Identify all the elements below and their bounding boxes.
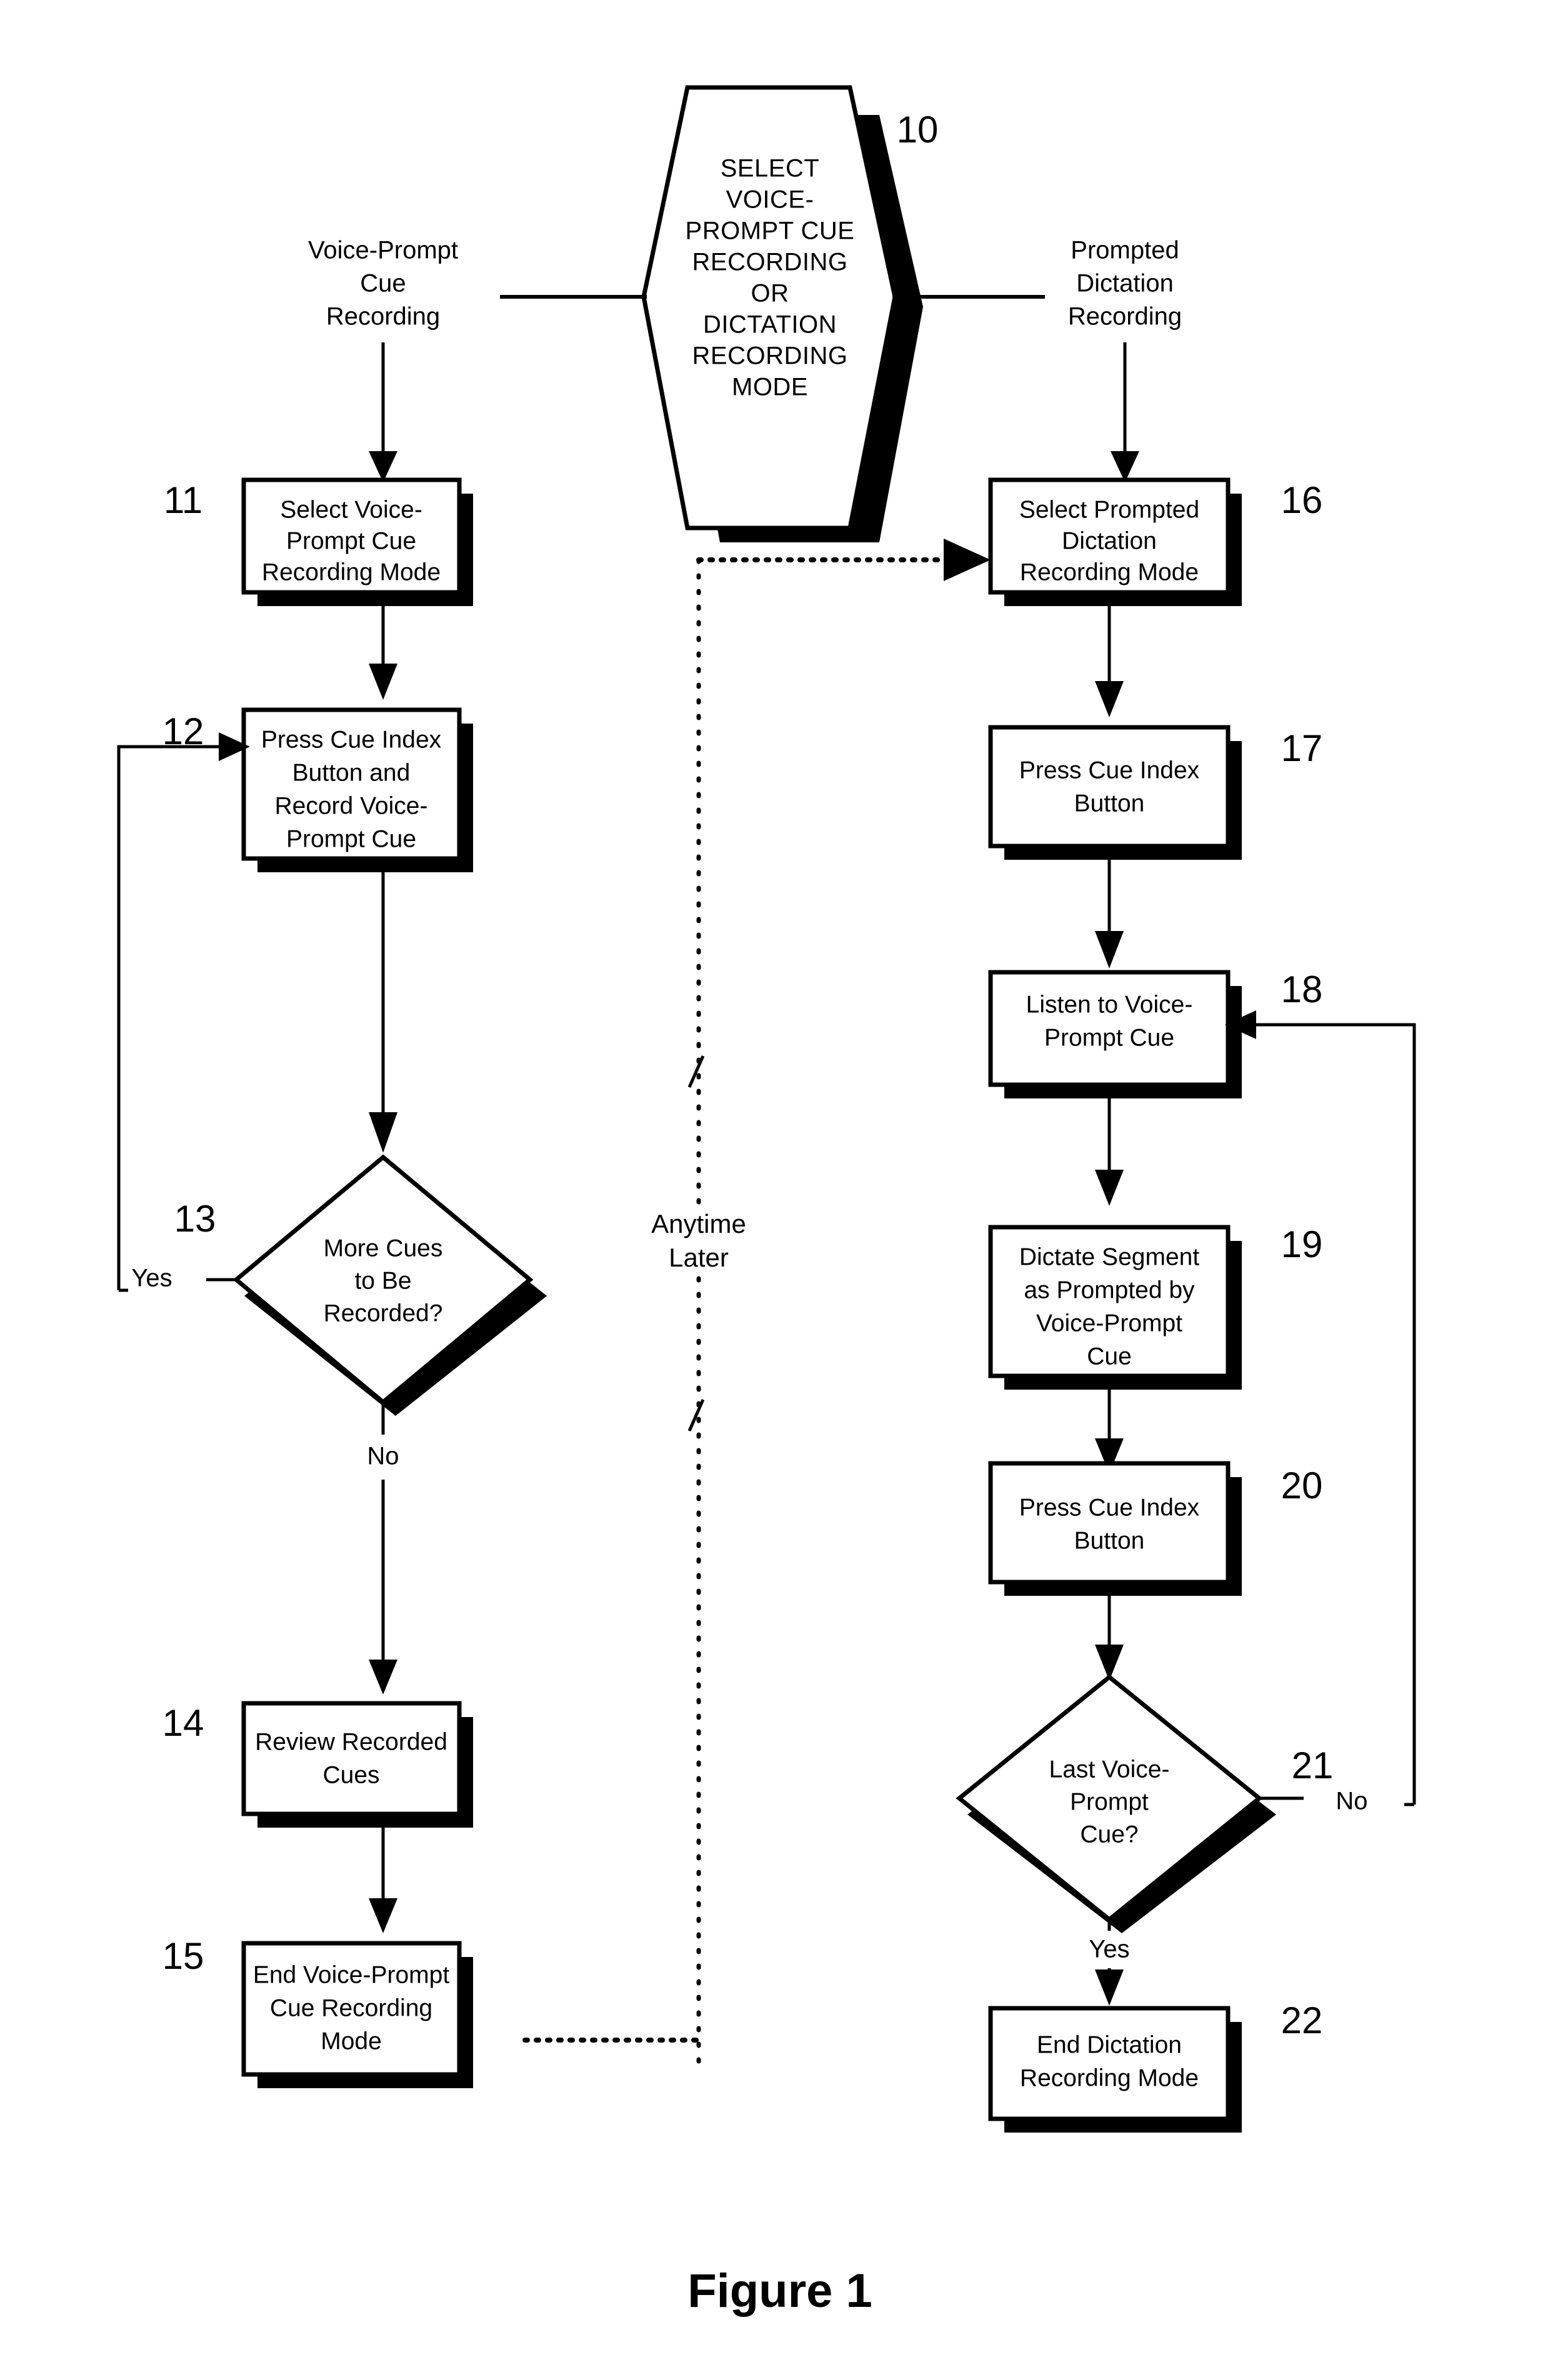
box-19-line-2: Voice-Prompt [1036,1310,1182,1337]
start-line-3: RECORDING [692,249,848,276]
start-line-1: VOICE- [726,186,814,214]
process-box-17: Press Cue Index Button [988,725,1242,860]
figure-caption: Figure 1 [687,2264,872,2318]
decision-diamond-13: More Cues to Be Recorded? [232,1154,547,1416]
box-14-frame [241,1701,462,1816]
process-box-12: Press Cue Index Button and Record Voice-… [241,707,473,872]
box-11-line-2: Recording Mode [262,559,441,585]
ref-label-20: 20 [1281,1465,1323,1506]
box-17-line-1: Button [1074,790,1145,817]
box-20-line-0: Press Cue Index [1019,1494,1200,1521]
box-11-line-1: Prompt Cue [286,527,416,554]
box-12-line-2: Record Voice- [275,792,428,819]
conn-21-no-feedback [1250,1023,1416,1805]
box-13-line-1: to Be [354,1267,411,1294]
anytime-later-text-0: Anytime [651,1209,746,1238]
arrowhead-18-to-19 [1095,1170,1124,1206]
ref-label-21: 21 [1292,1745,1334,1786]
start-line-4: OR [751,280,789,307]
box-21-line-2: Cue? [1080,1821,1138,1848]
process-box-16: Select Prompted Dictation Recording Mode [988,477,1242,606]
yes-label-21: Yes [1089,1936,1129,1963]
box-17-line-0: Press Cue Index [1019,757,1200,784]
dotted-break-slash-top [687,1055,705,1088]
ref-label-16: 16 [1281,479,1323,521]
flowchart-canvas: SELECT VOICE- PROMPT CUE RECORDING OR DI… [117,85,1416,2318]
box-15-line-2: Mode [321,2028,382,2054]
box-18-line-0: Listen to Voice- [1026,991,1193,1018]
box-19-line-3: Cue [1087,1343,1132,1370]
ref-label-19: 19 [1281,1223,1323,1265]
arrowhead-11-to-12 [369,664,397,700]
ref-label-11: 11 [164,479,202,521]
start-line-7: MODE [732,374,808,401]
box-21-line-0: Last Voice- [1049,1756,1170,1783]
arrowhead-16-to-17 [1095,681,1124,717]
box-16-line-1: Dictation [1062,527,1157,554]
branch-left-line-0: Voice-Prompt [308,237,458,264]
box-16-line-0: Select Prompted [1019,496,1199,523]
ref-label-17: 17 [1281,727,1323,769]
process-box-11: Select Voice- Prompt Cue Recording Mode [241,477,473,606]
start-line-2: PROMPT CUE [686,217,855,245]
arrowhead-14-to-15 [369,1898,397,1933]
arrowhead-21-to-22 [1095,1969,1124,2006]
process-box-19: Dictate Segment as Prompted by Voice-Pro… [988,1225,1242,1390]
box-20-line-1: Button [1074,1527,1145,1554]
box-13-line-2: Recorded? [324,1300,443,1327]
box-15-line-0: End Voice-Prompt [253,1961,449,1988]
ref-label-22: 22 [1281,1999,1323,2041]
branch-right-line-2: Recording [1068,303,1182,331]
box-16-line-2: Recording Mode [1020,559,1199,585]
start-line-0: SELECT [721,155,820,182]
arrowhead-dotted-to-16 [944,539,991,581]
no-label-13: No [367,1443,399,1470]
branch-right-line-1: Dictation [1076,270,1174,297]
branch-left-line-2: Recording [326,303,440,331]
box-14-line-0: Review Recorded [255,1728,447,1755]
start-decision-hexagon: SELECT VOICE- PROMPT CUE RECORDING OR DI… [641,85,923,542]
branch-left-line-1: Cue [360,270,406,297]
arrowhead-12-to-13 [369,1112,397,1153]
yes-label-13: Yes [131,1265,172,1292]
ref-label-13: 13 [174,1198,216,1240]
box-22-line-0: End Dictation [1037,2031,1182,2058]
process-box-20: Press Cue Index Button [988,1461,1242,1596]
box-13-line-0: More Cues [324,1235,443,1262]
ref-label-14: 14 [162,1702,204,1744]
box-21-line-1: Prompt [1070,1788,1149,1815]
box-20-frame [988,1461,1231,1585]
box-12-line-1: Button and [292,759,411,786]
start-line-5: DICTATION [703,311,837,339]
arrowhead-17-to-18 [1095,931,1124,968]
process-box-14: Review Recorded Cues [241,1701,473,1828]
arrowhead-13-to-14 [369,1660,397,1695]
box-17-frame [988,725,1231,849]
branch-label-right: Prompted Dictation Recording [1068,237,1182,331]
box-15-line-1: Cue Recording [270,1994,432,2021]
process-box-22: End Dictation Recording Mode [988,2006,1242,2133]
ref-label-10: 10 [897,109,939,151]
patent-figure-1: SELECT VOICE- PROMPT CUE RECORDING OR DI… [0,0,1558,2380]
box-19-line-0: Dictate Segment [1019,1243,1199,1270]
start-line-6: RECORDING [692,342,848,370]
box-18-line-1: Prompt Cue [1044,1024,1174,1051]
process-box-15: End Voice-Prompt Cue Recording Mode [241,1941,473,2088]
branch-label-left: Voice-Prompt Cue Recording [308,237,458,331]
dotted-break-slash-bottom [687,1398,705,1432]
ref-label-18: 18 [1281,968,1323,1010]
anytime-later-text-1: Later [669,1243,729,1272]
box-22-line-1: Recording Mode [1020,2064,1199,2091]
box-19-line-1: as Prompted by [1024,1277,1195,1303]
ref-label-15: 15 [162,1935,204,1977]
box-12-line-3: Prompt Cue [286,825,416,852]
process-box-18: Listen to Voice- Prompt Cue [988,970,1242,1098]
decision-diamond-21: Last Voice- Prompt Cue? [956,1674,1276,1933]
box-22-frame [988,2006,1231,2121]
box-12-line-0: Press Cue Index [261,726,442,753]
branch-right-line-0: Prompted [1071,237,1179,264]
box-11-line-0: Select Voice- [280,496,422,523]
no-label-21: No [1336,1788,1367,1815]
box-14-line-1: Cues [322,1761,379,1788]
